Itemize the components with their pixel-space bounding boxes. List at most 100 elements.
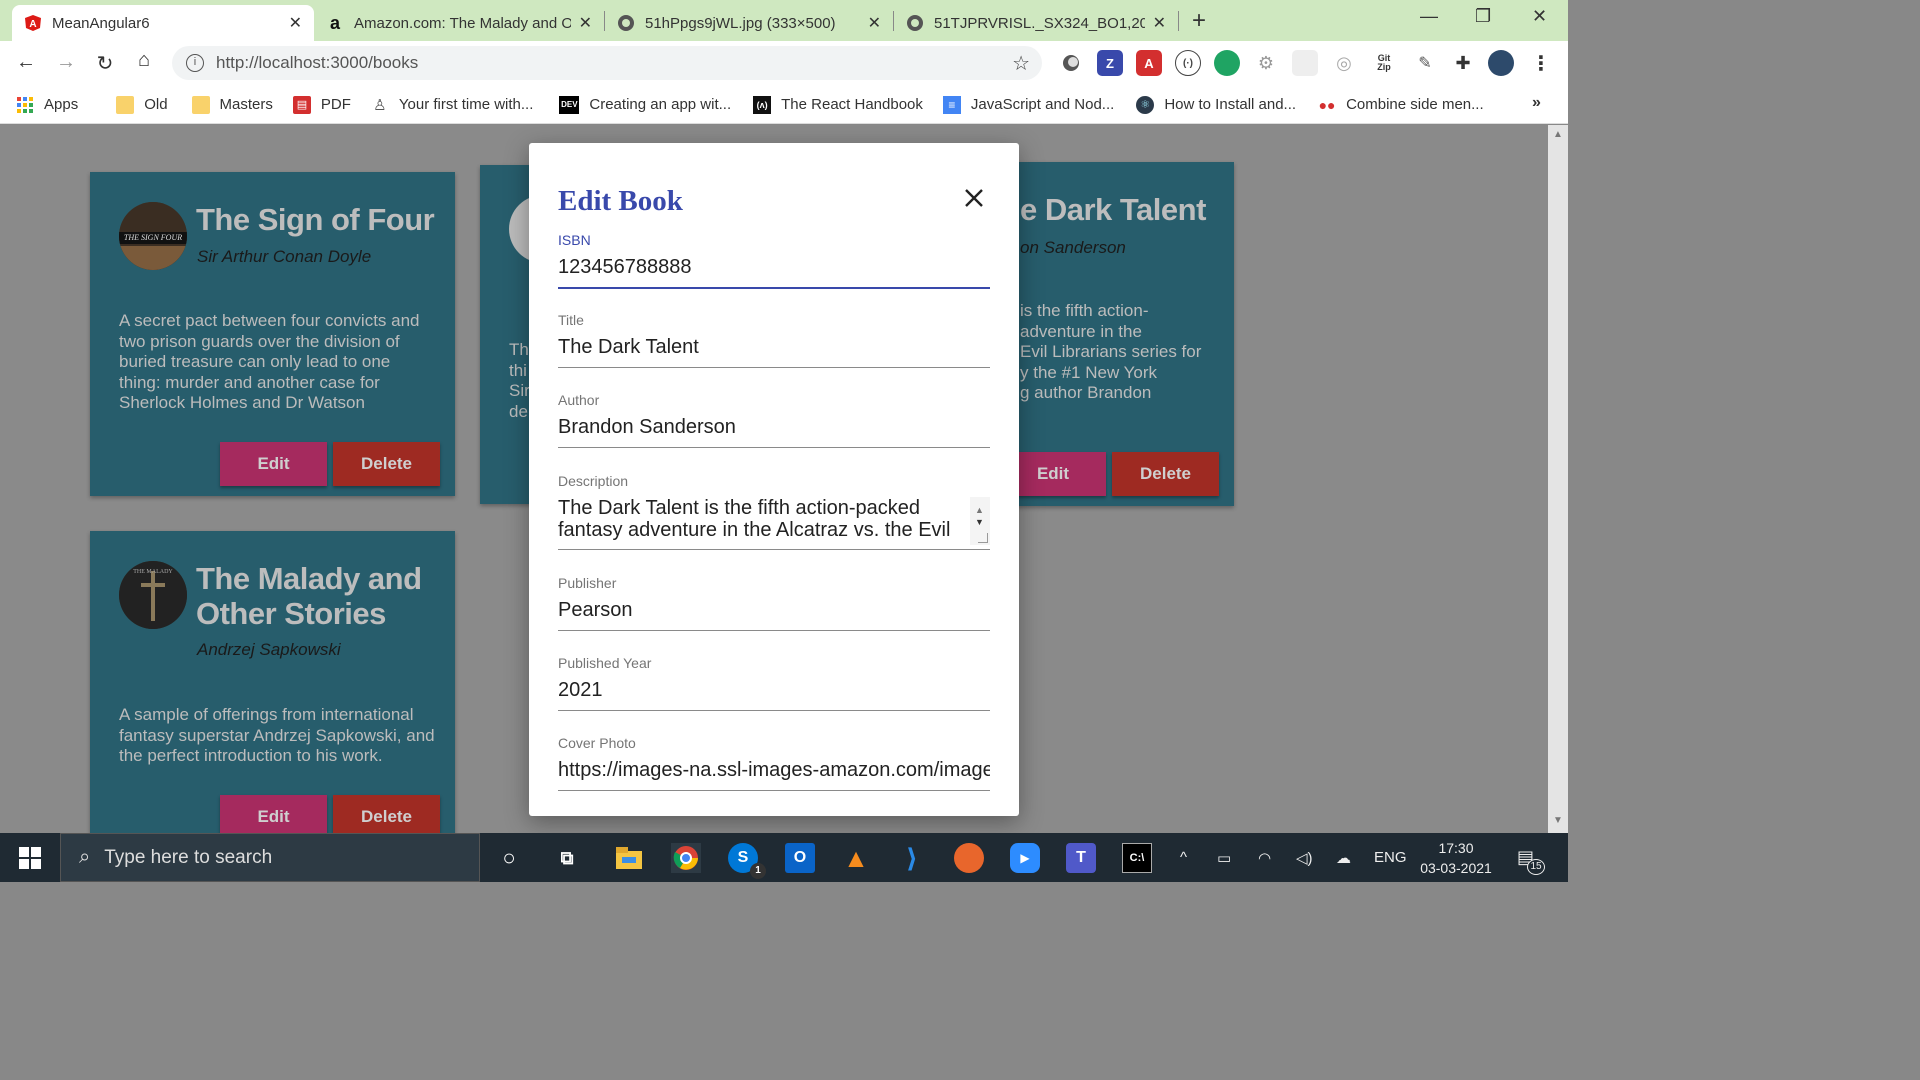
teams-icon[interactable]: T xyxy=(1066,843,1096,873)
back-arrow-icon[interactable]: ← xyxy=(6,51,46,74)
info-icon[interactable]: i xyxy=(186,54,204,72)
bookmark-combine-side[interactable]: ●● Combine side men... xyxy=(1318,96,1484,114)
tab-amazon[interactable]: a Amazon.com: The Malady and Ot ✕ xyxy=(314,5,604,41)
extension-circle-icon[interactable] xyxy=(1058,50,1084,76)
author-input[interactable]: Brandon Sanderson xyxy=(558,416,990,448)
bookmark-old[interactable]: Old xyxy=(116,95,168,114)
cortana-icon[interactable]: ○ xyxy=(494,843,524,873)
windows-start-icon[interactable] xyxy=(15,843,45,873)
bookmark-creating-app[interactable]: DEV Creating an app wit... xyxy=(559,95,731,114)
field-label: Author xyxy=(558,392,600,408)
extension-green-icon[interactable] xyxy=(1214,50,1240,76)
zoom-icon[interactable]: ▶ xyxy=(1010,843,1040,873)
browser-toolbar: ← → ↻ ⌂ i http://localhost:3000/books ☆ … xyxy=(0,41,1568,86)
published-year-input[interactable]: 2021 xyxy=(558,679,990,711)
extension-gitzip-icon[interactable]: Git Zip xyxy=(1371,50,1397,76)
resize-handle[interactable] xyxy=(978,533,988,543)
vscode-icon[interactable]: ⟩ xyxy=(897,843,927,873)
description-textarea[interactable]: The Dark Talent is the fifth action-pack… xyxy=(558,497,990,550)
new-tab-icon[interactable]: + xyxy=(1179,7,1219,35)
bookmark-apps[interactable]: Apps xyxy=(16,96,78,114)
profile-avatar[interactable] xyxy=(1488,50,1514,76)
tab-image-1[interactable]: 51hPpgs9jWL.jpg (333×500) ✕ xyxy=(605,5,893,41)
bookmark-javascript-node[interactable]: ≡ JavaScript and Nod... xyxy=(942,95,1114,114)
close-icon[interactable]: ✕ xyxy=(1153,13,1166,33)
firefox-icon[interactable] xyxy=(954,843,984,873)
scroll-up-icon[interactable]: ▲ xyxy=(1553,129,1563,140)
notification-icon[interactable]: ▤ 15 xyxy=(1517,833,1545,882)
more-bookmarks-icon[interactable]: » xyxy=(1532,94,1541,112)
description-field[interactable]: Description The Dark Talent is the fifth… xyxy=(558,473,990,550)
address-bar[interactable]: i http://localhost:3000/books ☆ xyxy=(172,46,1042,80)
close-icon[interactable]: ✕ xyxy=(868,13,881,33)
page-scrollbar[interactable]: ▲ ▼ xyxy=(1548,125,1568,833)
extensions-puzzle-icon[interactable]: ✚ xyxy=(1450,50,1476,76)
bookmark-pdf[interactable]: ▤ PDF xyxy=(292,95,351,114)
bookmark-masters[interactable]: Masters xyxy=(191,95,273,114)
forward-arrow-icon[interactable]: → xyxy=(46,51,86,74)
extension-gear-icon[interactable]: ⚙ xyxy=(1253,50,1279,76)
delete-button[interactable]: Delete xyxy=(1112,452,1219,496)
extension-eyedropper-icon[interactable]: ✎ xyxy=(1412,50,1438,76)
home-icon[interactable]: ⌂ xyxy=(124,49,164,72)
window-close-icon[interactable]: ✕ xyxy=(1532,6,1547,27)
extension-z-icon[interactable]: Z xyxy=(1097,50,1123,76)
taskbar-search-box[interactable]: ⌕ Type here to search xyxy=(60,833,480,882)
book-author: Sir Arthur Conan Doyle xyxy=(197,247,372,266)
volume-icon[interactable]: ◁) xyxy=(1296,833,1313,882)
close-icon[interactable]: ✕ xyxy=(289,13,302,33)
extension-code-icon[interactable]: (·) xyxy=(1175,50,1201,76)
extension-grid-icon[interactable] xyxy=(1292,50,1318,76)
vlc-icon[interactable]: ▲ xyxy=(841,843,871,873)
isbn-input[interactable]: 123456788888 xyxy=(558,256,990,289)
tray-up-arrow-icon[interactable]: ^ xyxy=(1180,833,1187,882)
title-field[interactable]: Title The Dark Talent xyxy=(558,312,990,368)
chrome-icon[interactable] xyxy=(671,843,701,873)
file-explorer-icon[interactable] xyxy=(614,843,644,873)
outlook-icon[interactable]: O xyxy=(785,843,815,873)
book-title: The Malady and Other Stories xyxy=(196,561,422,631)
close-icon[interactable]: ✕ xyxy=(579,13,592,33)
edit-button[interactable]: Edit xyxy=(220,442,327,486)
language-indicator[interactable]: ENG xyxy=(1374,833,1407,882)
delete-button[interactable]: Delete xyxy=(333,795,440,833)
svg-text:A: A xyxy=(29,19,36,30)
bookmark-how-to-install[interactable]: ⚛ How to Install and... xyxy=(1136,95,1296,114)
extension-acrobat-icon[interactable]: A xyxy=(1136,50,1162,76)
cover-photo-input[interactable]: https://images-na.ssl-images-amazon.com/… xyxy=(558,759,990,791)
minimize-icon[interactable]: — xyxy=(1420,6,1438,27)
published-year-field[interactable]: Published Year 2021 xyxy=(558,655,990,711)
bookmark-first-time[interactable]: ♙ Your first time with... xyxy=(371,96,533,114)
bookmark-star-icon[interactable]: ☆ xyxy=(1012,51,1030,76)
isbn-field[interactable]: ISBN 123456788888 xyxy=(558,232,990,289)
extension-target-icon[interactable]: ◎ xyxy=(1331,50,1357,76)
edit-button[interactable]: Edit xyxy=(220,795,327,833)
delete-button[interactable]: Delete xyxy=(333,442,440,486)
tab-image-2[interactable]: 51TJPRVRISL._SX324_BO1,204,203 ✕ xyxy=(894,5,1178,41)
battery-icon[interactable]: ▭ xyxy=(1217,833,1231,882)
reload-icon[interactable]: ↻ xyxy=(85,51,125,76)
dev-icon: DEV xyxy=(559,95,580,114)
scroll-down-icon[interactable]: ▼ xyxy=(975,511,984,533)
author-field[interactable]: Author Brandon Sanderson xyxy=(558,392,990,448)
wifi-icon[interactable]: ◠ xyxy=(1258,833,1271,882)
bookmark-react-handbook[interactable]: (ʌ) The React Handbook xyxy=(753,95,923,114)
terminal-icon[interactable]: C:\ xyxy=(1122,843,1152,873)
notification-count: 15 xyxy=(1527,859,1545,875)
task-view-icon[interactable]: ⧉ xyxy=(552,843,582,873)
cover-photo-field[interactable]: Cover Photo https://images-na.ssl-images… xyxy=(558,735,990,791)
skype-icon[interactable]: S1 xyxy=(728,843,766,879)
tab-meanangular6[interactable]: A MeanAngular6 ✕ xyxy=(12,5,314,41)
title-input[interactable]: The Dark Talent xyxy=(558,336,990,368)
scroll-down-icon[interactable]: ▼ xyxy=(1553,815,1563,826)
url-text: http://localhost:3000/books xyxy=(216,53,419,72)
publisher-input[interactable]: Pearson xyxy=(558,599,990,631)
tab-label: Amazon.com: The Malady and Ot xyxy=(354,14,571,32)
onedrive-cloud-icon[interactable]: ☁ xyxy=(1336,833,1351,882)
close-icon[interactable] xyxy=(961,185,987,211)
publisher-field[interactable]: Publisher Pearson xyxy=(558,575,990,631)
restore-icon[interactable]: ❐ xyxy=(1475,6,1491,27)
tab-label: 51hPpgs9jWL.jpg (333×500) xyxy=(645,14,836,32)
taskbar-clock[interactable]: 17:30 03-03-2021 xyxy=(1415,838,1497,878)
menu-kebab-icon[interactable]: ⋮ xyxy=(1528,50,1554,76)
